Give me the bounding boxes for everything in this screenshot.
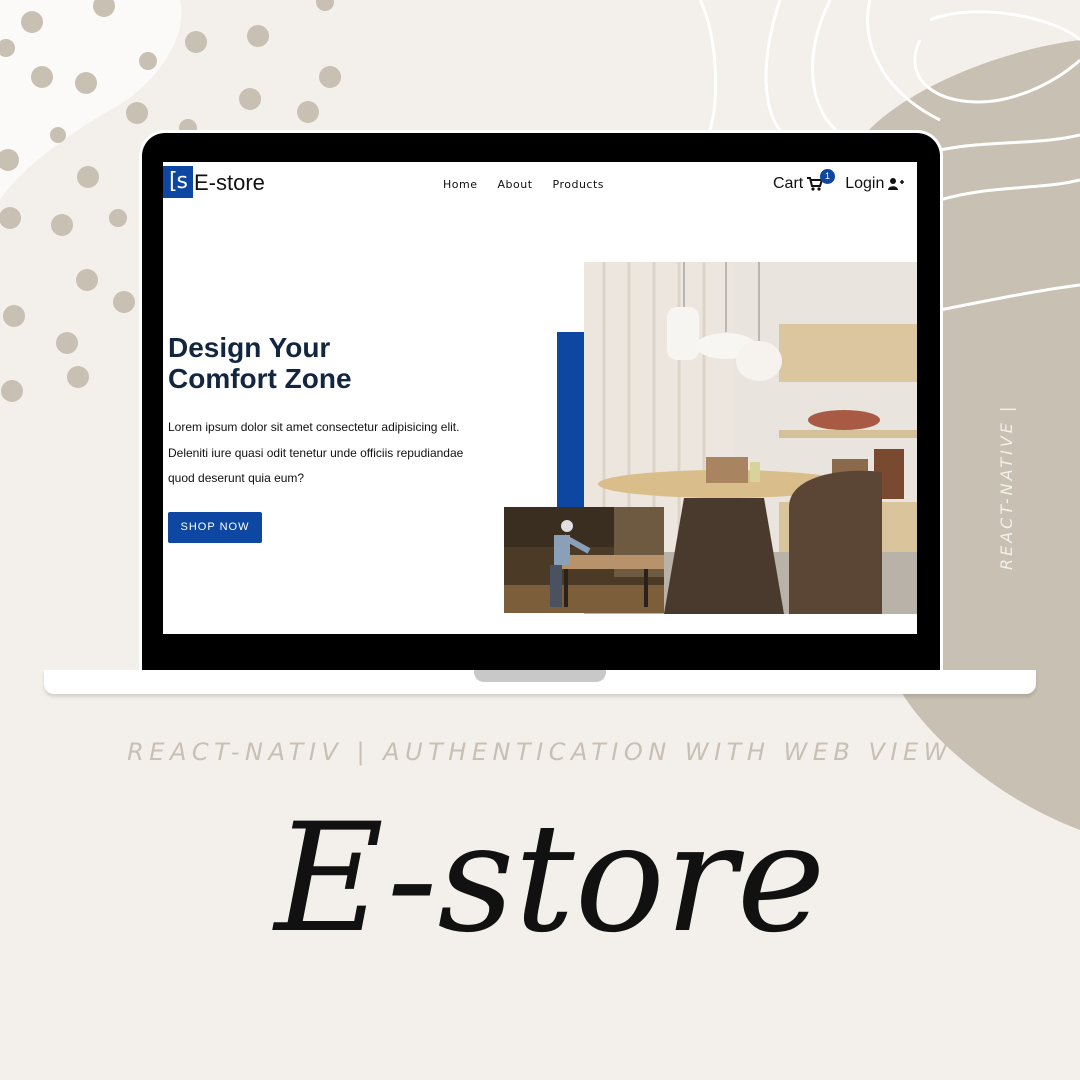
navbar: [s E-store Home About Products Cart 1 Lo… [163,162,917,206]
poster-subtitle: REACT-NATIV | AUTHENTICATION WITH WEB VI… [127,738,953,766]
cart-link[interactable]: Cart 1 [773,169,835,193]
user-plus-icon [888,178,905,190]
carpenter-workshop-image [504,507,664,613]
cart-count-badge: 1 [820,169,835,184]
script-title: E-store [271,792,825,960]
cart-label: Cart [773,175,804,192]
nav-link-about[interactable]: About [497,178,532,191]
logo-mark[interactable]: [s [163,166,193,198]
script-title-text: E-store [271,792,825,960]
shop-now-button[interactable]: SHOP NOW [168,512,262,543]
laptop-screen: [s E-store Home About Products Cart 1 Lo… [163,162,917,634]
hero-text-line2: Deleniti iure quasi odit tenetur unde of… [168,445,464,460]
hero-title-line2: Comfort Zone [168,363,352,394]
hero-text-line3: quod deserunt quia eum? [168,471,305,485]
nav-right: Cart 1 Login [773,169,905,193]
nav-link-products[interactable]: Products [553,178,605,191]
vertical-caption: REACT-NATIVE | [997,403,1016,570]
hero-description: Lorem ipsum dolor sit amet consectetur a… [168,415,488,492]
login-link[interactable]: Login [845,175,905,193]
nav-link-home[interactable]: Home [443,178,477,191]
laptop-notch [474,670,606,682]
hero-title: Design Your Comfort Zone [168,332,468,394]
hero-text-line1: Lorem ipsum dolor sit amet consectetur a… [168,420,460,434]
hero-title-line1: Design Your [168,332,331,363]
logo-text[interactable]: E-store [194,170,265,196]
login-label: Login [845,175,885,192]
nav-links: Home About Products [443,178,604,191]
accent-bar [557,332,587,507]
